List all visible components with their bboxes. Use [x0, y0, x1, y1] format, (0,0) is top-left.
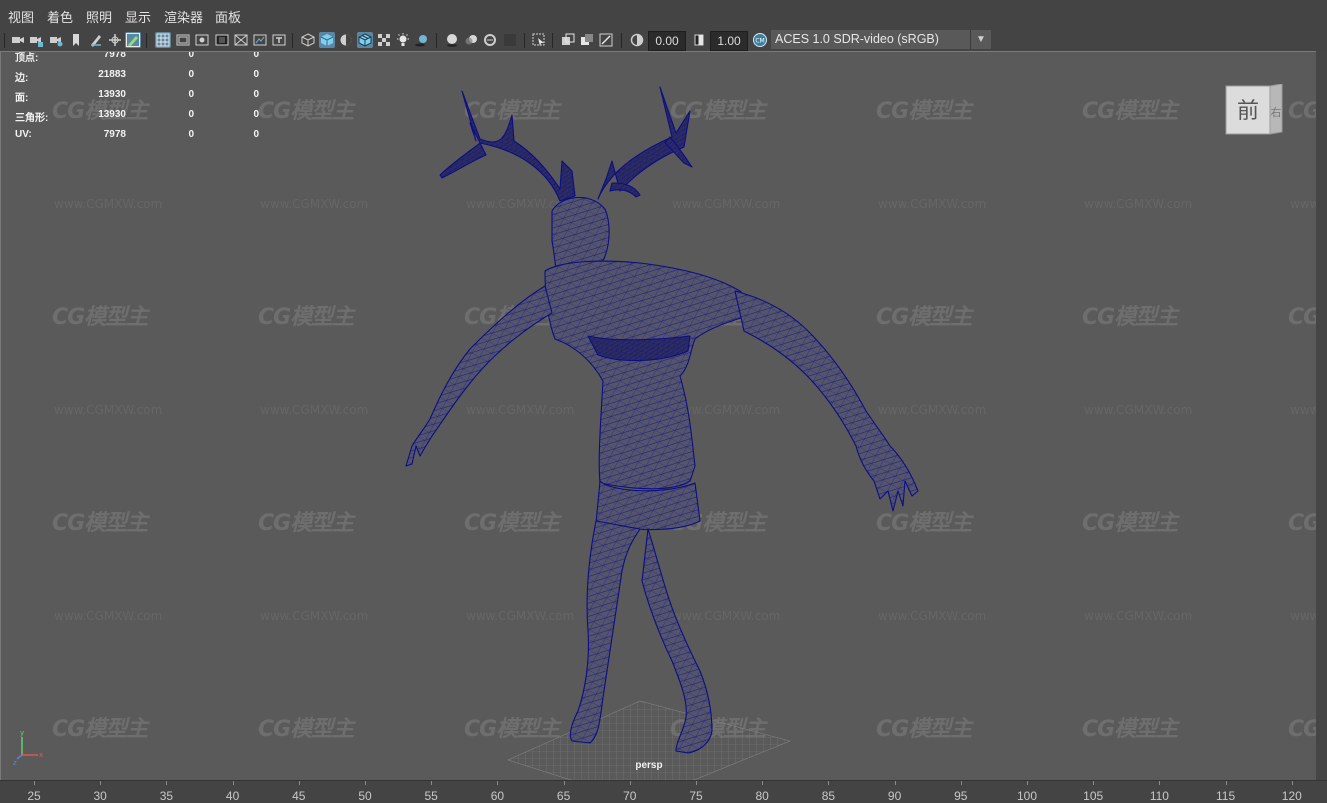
wireframe-on-shaded-icon[interactable] — [357, 32, 373, 48]
bookmark-icon[interactable] — [68, 32, 84, 48]
svg-text:y: y — [20, 729, 24, 737]
bookmark-camera-icon[interactable] — [48, 32, 64, 48]
right-arm — [734, 290, 919, 512]
timeline-tick — [828, 781, 830, 785]
view-transform-dropdown[interactable]: ACES 1.0 SDR-video (sRGB) ▼ — [771, 30, 991, 49]
camera-name-label: persp — [635, 760, 663, 771]
gate-mask-icon[interactable] — [214, 32, 230, 48]
menu-lighting[interactable]: 照明 — [86, 10, 112, 26]
torso — [544, 260, 761, 490]
smooth-shade-icon[interactable] — [319, 32, 335, 48]
menu-view[interactable]: 视图 — [8, 10, 34, 26]
timeline-tick — [431, 781, 433, 785]
hud-row-triangles: 三角形: 13930 0 0 — [15, 109, 259, 124]
timeline-tick — [762, 781, 764, 785]
safe-action-icon[interactable] — [252, 32, 268, 48]
menu-show[interactable]: 显示 — [125, 10, 151, 26]
wireframe-icon[interactable] — [300, 32, 316, 48]
wireframe-model — [405, 86, 919, 780]
view-cube-side-label: 右 — [1271, 105, 1282, 119]
multisample-aa-icon[interactable] — [482, 32, 498, 48]
menu-bar: 视图 着色 照明 显示 渲染器 面板 — [0, 0, 1327, 29]
grease-pencil-icon[interactable] — [125, 32, 141, 48]
use-all-lights-icon[interactable] — [395, 32, 411, 48]
timeline-tick — [100, 781, 102, 785]
timeline-tick — [298, 781, 300, 785]
timeline-tick — [34, 781, 35, 785]
xray-active-components-icon[interactable] — [579, 32, 595, 48]
resolution-gate-icon[interactable] — [194, 32, 210, 48]
depth-of-field-icon[interactable] — [502, 32, 518, 48]
view-cube[interactable]: 前 右 — [1224, 83, 1284, 140]
xray-joints-icon[interactable] — [598, 32, 614, 48]
select-camera-icon[interactable] — [10, 32, 26, 48]
exposure-icon[interactable] — [629, 32, 645, 48]
default-material-icon[interactable] — [338, 32, 354, 48]
timeline-tick — [365, 781, 366, 785]
camera-attributes-icon[interactable] — [28, 32, 44, 48]
chevron-down-icon: ▼ — [970, 30, 991, 49]
isolate-select-icon[interactable] — [531, 32, 547, 48]
viewport-persp[interactable]: CG模型主CG模型主CG模型主CG模型主CG模型主CG模型主CG模型主CG模型主… — [0, 51, 1316, 780]
view-transform-value: ACES 1.0 SDR-video (sRGB) — [775, 32, 939, 46]
menu-renderer[interactable]: 渲染器 — [164, 10, 203, 26]
svg-text:CM: CM — [755, 38, 764, 45]
exposure-field[interactable]: 0.00 — [648, 31, 686, 51]
timeline-tick — [1225, 781, 1227, 785]
timeline-tick — [1093, 781, 1095, 785]
timeline-tick — [497, 781, 499, 785]
hud-row-faces: 面: 13930 0 0 — [15, 89, 259, 104]
left-arm — [405, 285, 553, 467]
timeline-tick — [232, 781, 234, 785]
axis-gizmo: y x z — [10, 727, 50, 767]
time-slider-ruler[interactable]: 25 30 35 40 45 50 55 60 65 70 75 80 85 90 95 100 105 110 1… — [0, 780, 1327, 803]
hud-row-uvs: UV: 7978 0 0 — [15, 129, 259, 140]
menu-shading[interactable]: 着色 — [47, 10, 73, 26]
film-gate-icon[interactable] — [175, 32, 191, 48]
shadows-icon[interactable] — [414, 32, 430, 48]
safe-title-icon[interactable] — [271, 32, 287, 48]
timeline-tick — [894, 781, 896, 785]
timeline-tick — [696, 781, 697, 785]
gamma-icon[interactable] — [691, 32, 707, 48]
field-chart-icon[interactable] — [233, 32, 249, 48]
panel-edge — [1316, 51, 1327, 780]
timeline-tick — [1027, 781, 1028, 785]
menu-panels[interactable]: 面板 — [215, 10, 241, 26]
svg-text:x: x — [39, 751, 43, 759]
view-cube-front-label: 前 — [1237, 99, 1259, 124]
timeline-tick — [960, 781, 962, 785]
timeline-tick — [1291, 781, 1293, 785]
color-management-icon[interactable]: CM — [752, 32, 768, 48]
timeline-tick — [166, 781, 168, 785]
timeline-tick — [629, 781, 631, 785]
panel-toolbar: 0.00 1.00 CM ACES 1.0 SDR-video (sRGB) ▼ — [0, 29, 1327, 51]
antlers — [439, 86, 693, 202]
grid-toggle-icon[interactable] — [155, 32, 171, 48]
textured-icon[interactable] — [376, 32, 392, 48]
gamma-field[interactable]: 1.00 — [710, 31, 748, 51]
timeline-tick — [563, 781, 565, 785]
motion-blur-icon[interactable] — [463, 32, 479, 48]
2d-pan-zoom-icon[interactable] — [107, 32, 123, 48]
screen-space-ao-icon[interactable] — [444, 32, 460, 48]
hud-row-vertices: 顶点: 7978 0 0 — [15, 51, 259, 64]
svg-text:z: z — [13, 759, 17, 767]
timeline-tick — [1159, 781, 1161, 785]
xray-icon[interactable] — [560, 32, 576, 48]
image-plane-icon[interactable] — [88, 32, 104, 48]
hud-row-edges: 边: 21883 0 0 — [15, 69, 259, 84]
